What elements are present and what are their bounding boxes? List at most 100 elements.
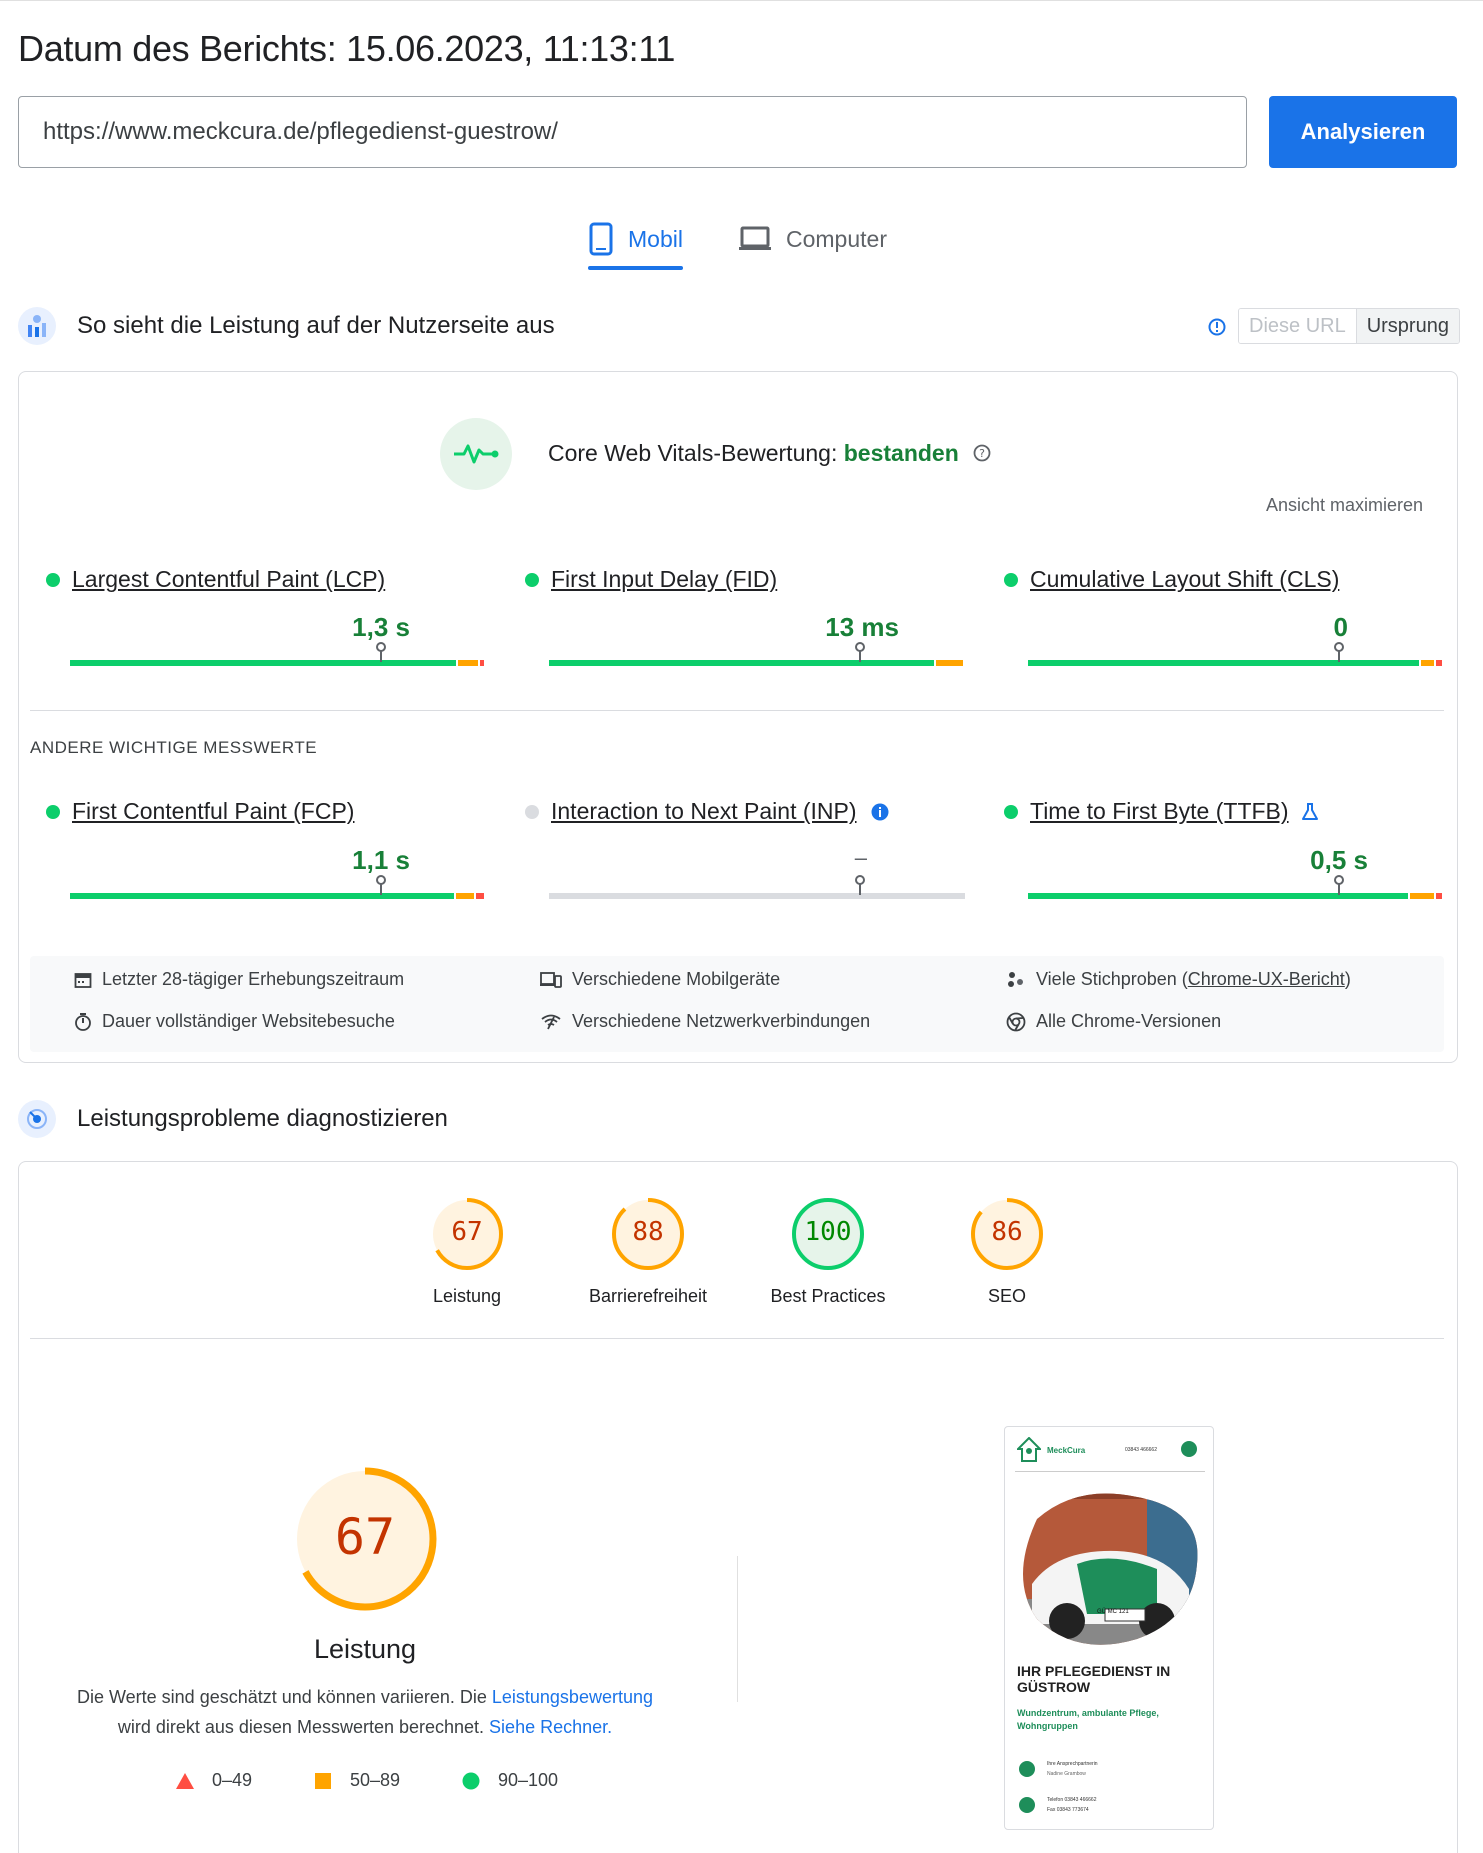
metric-inp: Interaction to Next Paint (INP): [525, 798, 965, 825]
tab-mobile-label: Mobil: [628, 225, 683, 252]
metric-lcp-label: Largest Contentful Paint (LCP): [72, 566, 386, 592]
lighthouse-radar-icon: [27, 1109, 47, 1129]
metric-fid-bar: [549, 642, 965, 680]
metric-fid-value: 13 ms: [825, 612, 899, 642]
people-chart-icon: [28, 315, 46, 337]
metric-inp-value: –: [854, 845, 867, 870]
thumb-divider: [1015, 1471, 1205, 1472]
crux-report-link[interactable]: Chrome-UX-Bericht: [1188, 969, 1345, 989]
status-dot: [46, 572, 60, 587]
scores-divider: [30, 1338, 1444, 1339]
metric-fid-label: First Input Delay (FID): [551, 566, 778, 592]
status-dot: [525, 804, 539, 819]
svg-text:?: ?: [979, 447, 985, 460]
performance-score-link[interactable]: Leistungsbewertung: [492, 1687, 653, 1707]
tab-computer[interactable]: Computer: [738, 214, 887, 264]
score-best-practices[interactable]: 100 Best Practices: [758, 1197, 898, 1307]
metric-lcp-name[interactable]: Largest Contentful Paint (LCP): [46, 566, 486, 593]
diagnose-card: [18, 1161, 1458, 1853]
score-seo-label: SEO: [987, 1286, 1026, 1306]
score-accessibility-value: 88: [632, 1217, 664, 1247]
help-icon[interactable]: ?: [973, 444, 991, 462]
metric-fcp: First Contentful Paint (FCP): [46, 798, 486, 825]
status-dot: [46, 804, 60, 819]
samples-icon: [1008, 971, 1023, 987]
thumb-hero-sub: Wundzentrum, ambulante Pflege, Wohngrupp…: [1017, 1708, 1159, 1731]
legend-average: 50–89: [314, 1770, 400, 1791]
thumb-menu-icon: [1181, 1441, 1197, 1457]
info-network-text: Verschiedene Netzwerkverbindungen: [572, 1011, 871, 1031]
analyze-button[interactable]: Analysieren: [1269, 96, 1457, 168]
metric-ttfb-bar: [1028, 875, 1444, 913]
legend-pass: 90–100: [462, 1770, 558, 1791]
other-metrics-heading: ANDERE WICHTIGE MESSWERTE: [30, 738, 318, 757]
score-performance[interactable]: 67 Leistung: [417, 1197, 517, 1307]
square-icon: [315, 1772, 331, 1789]
vertical-divider: [737, 1556, 738, 1702]
maximize-view-link[interactable]: Ansicht maximieren: [1266, 495, 1423, 516]
chrome-icon: [1006, 1012, 1026, 1031]
metric-ttfb: Time to First Byte (TTFB): [1004, 798, 1444, 825]
metric-fcp-value: 1,1 s: [352, 845, 410, 875]
info-samples-prefix: Viele Stichproben (: [1036, 969, 1188, 989]
field-data-title: So sieht die Leistung auf der Nutzerseit…: [77, 312, 555, 339]
toggle-origin[interactable]: Ursprung: [1355, 309, 1459, 343]
info-samples: Viele Stichproben (Chrome-UX-Bericht): [1006, 969, 1351, 990]
metrics-divider: [30, 710, 1444, 711]
thumb-fax: Fax 03843 773674: [1047, 1807, 1089, 1813]
info-duration-text: Dauer vollständiger Websitebesuche: [102, 1011, 395, 1031]
circle-icon: [462, 1772, 480, 1789]
thumb-header: MeckCura: [1017, 1437, 1085, 1463]
metric-cls-bar: [1028, 642, 1444, 680]
top-divider: [0, 0, 1483, 1]
note-text-2: wird direkt aus diesen Messwerten berech…: [117, 1717, 490, 1737]
tab-mobile[interactable]: Mobil: [588, 214, 683, 270]
experimental-flask-icon[interactable]: [1301, 802, 1319, 822]
metric-fid: First Input Delay (FID): [525, 566, 965, 593]
toggle-this-url[interactable]: Diese URL: [1239, 309, 1356, 343]
info-devices-text: Verschiedene Mobilgeräte: [572, 969, 781, 989]
score-best-practices-label: Best Practices: [770, 1286, 886, 1306]
score-performance-label: Leistung: [432, 1286, 502, 1306]
triangle-icon: [176, 1772, 194, 1789]
thumb-phone-icon: [1019, 1797, 1035, 1813]
info-period-text: Letzter 28-tägiger Erhebungszeitraum: [102, 969, 405, 989]
field-data-icon: [18, 307, 56, 345]
legend-pass-range: 90–100: [498, 1770, 559, 1790]
info-samples-suffix: ): [1344, 969, 1351, 989]
meckcura-logo-icon: [1017, 1437, 1041, 1462]
metric-cls-name[interactable]: Cumulative Layout Shift (CLS): [1004, 566, 1444, 593]
info-chrome-text: Alle Chrome-Versionen: [1036, 1011, 1222, 1031]
big-score-value: 67: [334, 1508, 396, 1566]
metric-inp-name[interactable]: Interaction to Next Paint (INP): [525, 798, 965, 825]
report-date: Datum des Berichts: 15.06.2023, 11:13:11: [18, 28, 676, 69]
smartphone-icon: [589, 222, 613, 256]
score-best-practices-value: 100: [804, 1217, 852, 1247]
page-screenshot: MeckCura 03843 466662 GÜ MC 121 IHR PFLE…: [1004, 1426, 1214, 1830]
info-period: Letzter 28-tägiger Erhebungszeitraum: [74, 969, 404, 990]
metric-inp-bar: [549, 875, 965, 913]
score-seo[interactable]: 86 SEO: [957, 1197, 1057, 1307]
diagnose-icon: [18, 1100, 56, 1138]
thumb-person-icon: [1019, 1761, 1035, 1777]
cwv-status: bestanden: [843, 440, 959, 466]
url-input[interactable]: [18, 96, 1247, 168]
thumb-brand: MeckCura: [1047, 1445, 1086, 1455]
thumb-contact-label: Ihre Ansprechpartnerin: [1047, 1761, 1098, 1767]
info-icon[interactable]: [1208, 318, 1226, 336]
info-filled-icon[interactable]: [871, 803, 889, 821]
info-chrome: Alle Chrome-Versionen: [1006, 1011, 1221, 1032]
metric-fid-name[interactable]: First Input Delay (FID): [525, 566, 965, 593]
info-devices: Verschiedene Mobilgeräte: [540, 969, 780, 990]
cwv-label: Core Web Vitals-Bewertung:: [548, 440, 838, 466]
score-accessibility[interactable]: 88 Barrierefreiheit: [578, 1197, 718, 1307]
metric-fcp-label: First Contentful Paint (FCP): [72, 798, 355, 824]
status-dot: [1004, 572, 1018, 587]
metric-ttfb-name[interactable]: Time to First Byte (TTFB): [1004, 798, 1444, 825]
metric-inp-label: Interaction to Next Paint (INP): [551, 798, 857, 824]
metric-fcp-name[interactable]: First Contentful Paint (FCP): [46, 798, 486, 825]
legend-average-range: 50–89: [350, 1770, 401, 1790]
metric-lcp: Largest Contentful Paint (LCP): [46, 566, 486, 593]
score-performance-value: 67: [451, 1217, 483, 1247]
calculator-link[interactable]: Siehe Rechner.: [489, 1717, 612, 1737]
